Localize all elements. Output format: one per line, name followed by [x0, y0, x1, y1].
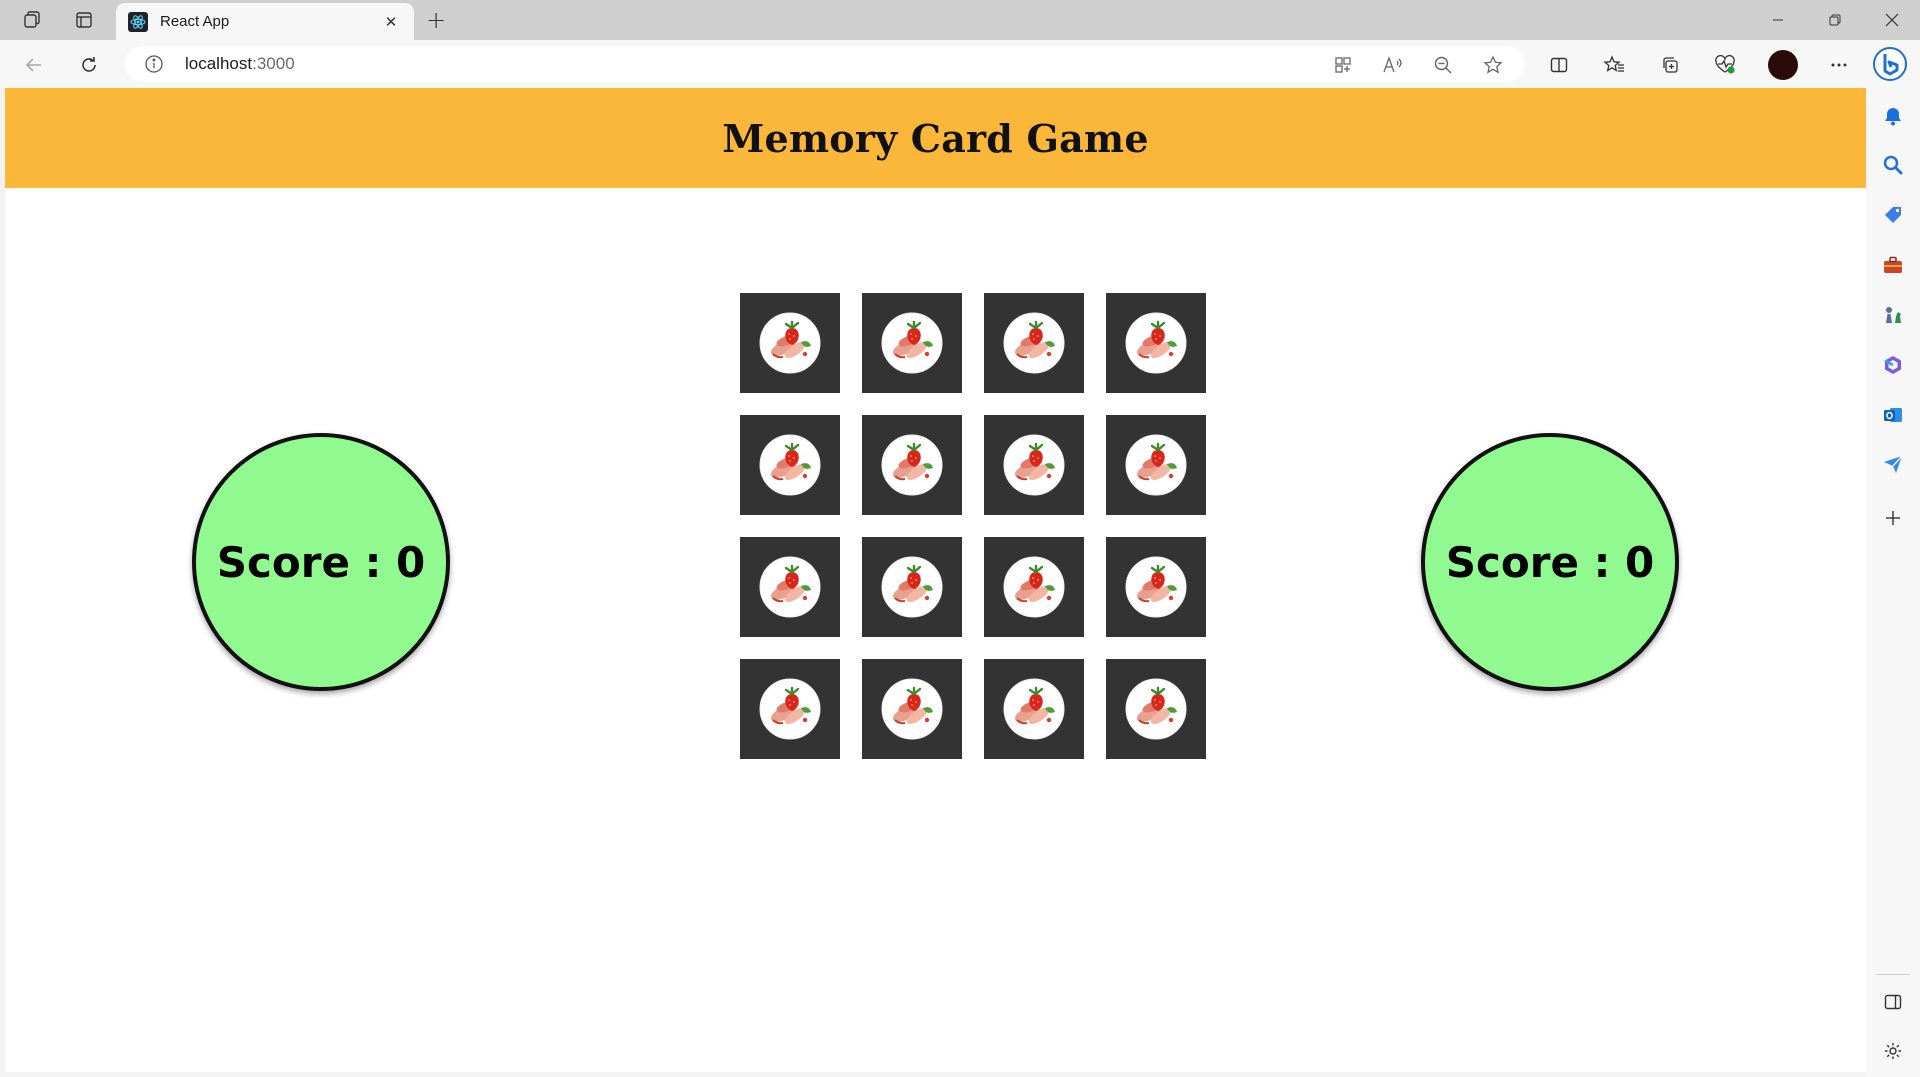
tab-title: React App [160, 13, 230, 30]
new-tab-icon[interactable]: + [420, 4, 452, 36]
strawberry-plate-image [1003, 678, 1065, 740]
memory-card[interactable] [984, 537, 1084, 637]
strawberry-plate-image [1125, 556, 1187, 618]
strawberry-plate-image [1003, 312, 1065, 374]
memory-card[interactable] [862, 415, 962, 515]
more-options-icon[interactable] [1823, 49, 1855, 81]
edge-sidebar [1866, 88, 1920, 1077]
tools-briefcase-icon[interactable] [1879, 251, 1907, 279]
memory-card[interactable] [984, 415, 1084, 515]
window-bottom-edge [0, 1072, 1866, 1077]
profile-avatar[interactable] [1768, 50, 1798, 80]
url-text: localhost:3000 [185, 54, 295, 73]
memory-card[interactable] [740, 659, 840, 759]
strawberry-plate-image [1125, 434, 1187, 496]
zoom-out-icon[interactable] [1429, 51, 1457, 79]
close-icon[interactable]: ✕ [380, 11, 402, 33]
collections-icon[interactable] [1654, 49, 1686, 81]
strawberry-plate-image [881, 434, 943, 496]
strawberry-plate-image [881, 678, 943, 740]
app-available-icon[interactable] [1329, 51, 1357, 79]
info-icon[interactable] [143, 53, 165, 75]
search-icon[interactable] [1879, 151, 1907, 179]
strawberry-plate-image [759, 434, 821, 496]
shopping-tag-icon[interactable] [1879, 201, 1907, 229]
window-controls [1749, 0, 1920, 40]
strawberry-plate-image [881, 556, 943, 618]
favorites-icon[interactable] [1598, 49, 1630, 81]
memory-card[interactable] [984, 293, 1084, 393]
strawberry-plate-image [759, 556, 821, 618]
drop-send-icon[interactable] [1879, 450, 1907, 478]
sidebar-divider [1876, 974, 1910, 975]
memory-card[interactable] [1106, 659, 1206, 759]
strawberry-plate-image [759, 312, 821, 374]
memory-card[interactable] [1106, 293, 1206, 393]
workspaces-icon[interactable] [14, 5, 50, 35]
minimize-icon[interactable] [1749, 0, 1806, 40]
address-bar[interactable]: localhost:3000 [125, 46, 1525, 82]
page-viewport: Memory Card Game Score : 0 Score: 0 [5, 88, 1866, 1072]
memory-card[interactable] [1106, 415, 1206, 515]
add-sidebar-item-icon[interactable] [1879, 504, 1907, 532]
player-one-score: Score : 0 [192, 433, 450, 691]
read-aloud-icon[interactable] [1379, 51, 1407, 79]
memory-card[interactable] [984, 659, 1084, 759]
score-label: Score : 0 [216, 537, 426, 587]
notification-bell-icon[interactable] [1879, 102, 1907, 130]
copilot-icon[interactable] [1870, 44, 1910, 84]
tab-actions-icon[interactable] [66, 5, 102, 35]
favorite-star-icon[interactable] [1479, 51, 1507, 79]
close-window-icon[interactable] [1863, 0, 1920, 40]
memory-card[interactable] [862, 659, 962, 759]
score-label: Score : 0 [1445, 537, 1655, 587]
strawberry-plate-image [1125, 678, 1187, 740]
browser-essentials-icon[interactable] [1709, 49, 1741, 81]
page-title: Memory Card Game [722, 115, 1149, 161]
back-icon[interactable] [18, 49, 50, 81]
memory-card[interactable] [740, 293, 840, 393]
settings-gear-icon[interactable] [1879, 1037, 1907, 1065]
memory-card[interactable] [740, 415, 840, 515]
microsoft-365-icon[interactable] [1879, 351, 1907, 379]
app-header: Memory Card Game [5, 88, 1866, 188]
memory-card[interactable] [1106, 537, 1206, 637]
refresh-icon[interactable] [73, 49, 105, 81]
restore-icon[interactable] [1806, 0, 1863, 40]
strawberry-plate-image [881, 312, 943, 374]
player-two-score: Score : 0 [1421, 433, 1679, 691]
react-icon [128, 11, 148, 32]
memory-card[interactable] [862, 537, 962, 637]
browser-toolbar: localhost:3000 [0, 40, 1920, 88]
hide-sidebar-icon[interactable] [1879, 988, 1907, 1016]
strawberry-plate-image [759, 678, 821, 740]
tab-strip: React App ✕ + [0, 0, 1920, 40]
outlook-icon[interactable] [1879, 401, 1907, 429]
strawberry-plate-image [1003, 434, 1065, 496]
games-chess-icon[interactable] [1879, 301, 1907, 329]
strawberry-plate-image [1125, 312, 1187, 374]
split-screen-icon[interactable] [1543, 49, 1575, 81]
memory-card[interactable] [740, 537, 840, 637]
tab-react-app[interactable]: React App ✕ [116, 3, 414, 40]
strawberry-plate-image [1003, 556, 1065, 618]
memory-card[interactable] [862, 293, 962, 393]
card-grid [740, 293, 1208, 759]
